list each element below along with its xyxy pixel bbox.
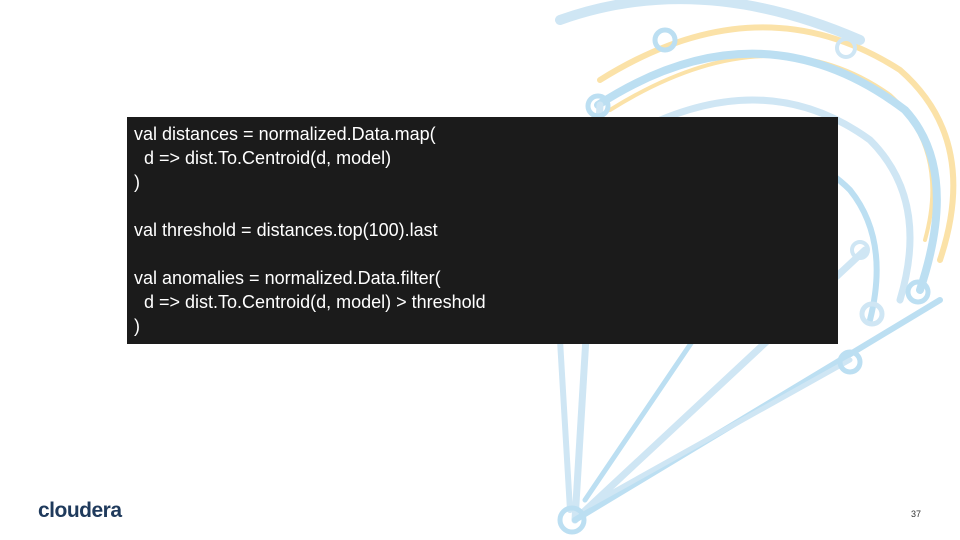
code-line: ) [134,172,140,192]
code-block: val distances = normalized.Data.map( d =… [127,117,838,344]
cloudera-logo: cloudera [38,499,122,522]
page-number: 37 [910,509,921,519]
code-line: d => dist.To.Centroid(d, model) > thresh… [134,292,486,312]
code-line: d => dist.To.Centroid(d, model) [134,148,392,168]
code-line: val anomalies = normalized.Data.filter( [134,268,441,288]
code-line: val distances = normalized.Data.map( [134,124,436,144]
code-line: ) [134,316,140,336]
code-line: val threshold = distances.top(100).last [134,220,438,240]
